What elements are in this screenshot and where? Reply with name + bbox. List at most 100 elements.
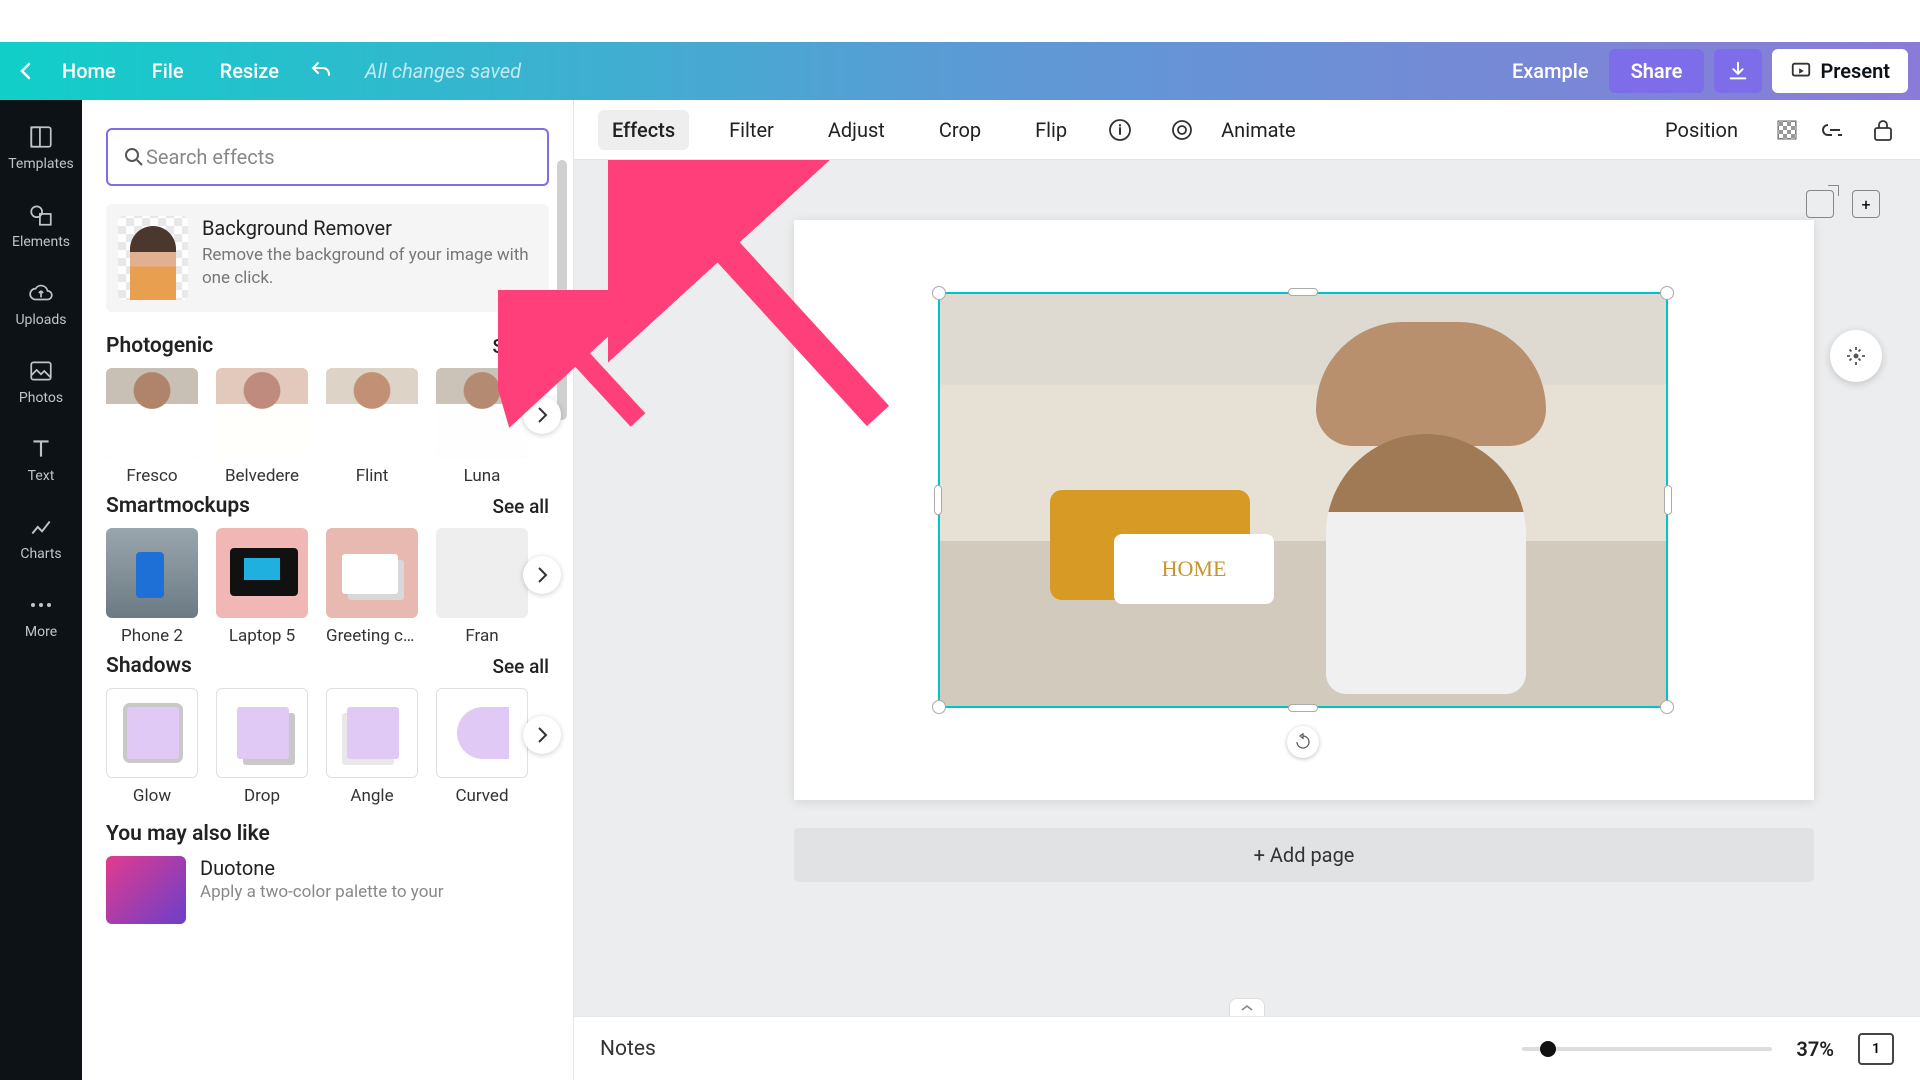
zoom-slider[interactable] [1522,1047,1772,1051]
effect-flint[interactable]: Flint [326,368,418,486]
nav-photos[interactable]: Photos [0,346,82,424]
nav-templates[interactable]: Templates [0,112,82,190]
duotone-thumb [106,856,186,924]
transparency-icon[interactable] [1774,117,1800,143]
resize-handle-t[interactable] [1288,288,1318,296]
mockup-phone-2[interactable]: Phone 2 [106,528,198,646]
app-duotone[interactable]: Duotone Apply a two-color palette to you… [106,856,549,924]
page-manager-button[interactable]: 1 [1858,1033,1894,1065]
share-button[interactable]: Share [1609,49,1705,93]
search-icon [122,145,146,169]
image-context-toolbar: Effects Filter Adjust Crop Flip Animate … [574,100,1920,160]
nav-charts[interactable]: Charts [0,502,82,580]
background-remover-card[interactable]: Background Remover Remove the background… [106,204,549,312]
add-page-button[interactable]: + Add page [794,828,1814,882]
design-title[interactable]: Example [1512,59,1589,83]
nav-label: Text [0,468,82,484]
duotone-title: Duotone [200,856,444,880]
text-icon [28,436,54,462]
link-icon[interactable] [1822,117,1848,143]
section-title-smartmockups: Smartmockups [106,494,250,518]
nav-label: Elements [0,234,82,250]
info-icon[interactable] [1107,117,1133,143]
charts-icon [28,514,54,540]
bg-remover-desc: Remove the background of your image with… [202,244,537,290]
effect-belvedere[interactable]: Belvedere [216,368,308,486]
toolbar-crop[interactable]: Crop [925,110,995,150]
lock-icon[interactable] [1870,117,1896,143]
mockup-frame[interactable]: Fran [436,528,528,646]
row-next-smartmockups[interactable] [523,556,561,594]
floating-action-button[interactable] [1830,330,1882,382]
undo-icon[interactable] [307,57,335,85]
smartmockups-row: Phone 2 Laptop 5 Greeting car… Fran [106,528,559,646]
elements-icon [28,202,54,228]
row-next-shadows[interactable] [523,716,561,754]
nav-label: Charts [0,546,82,562]
bg-remover-title: Background Remover [202,216,537,240]
more-icon [28,592,54,618]
nav-uploads[interactable]: Uploads [0,268,82,346]
effect-fresco[interactable]: Fresco [106,368,198,486]
home-button[interactable]: Home [44,51,134,91]
present-button[interactable]: Present [1772,49,1908,93]
zoom-slider-thumb[interactable] [1540,1041,1556,1057]
toolbar-flip[interactable]: Flip [1021,110,1081,150]
resize-handle-tr[interactable] [1660,286,1674,300]
resize-handle-br[interactable] [1660,700,1674,714]
back-icon[interactable] [12,57,40,85]
nav-label: Uploads [0,312,82,328]
photos-icon [28,358,54,384]
image-decor-text: HOME [1114,534,1274,604]
app-header: Home File Resize All changes saved Examp… [0,42,1920,100]
bg-remover-thumb [118,216,188,300]
left-nav-rail: Templates Elements Uploads Photos Text C… [0,100,82,1080]
nav-elements[interactable]: Elements [0,190,82,268]
duplicate-page-icon[interactable] [1806,190,1834,218]
annotation-arrow-bgremover [498,290,668,440]
rotate-handle[interactable] [1287,726,1319,758]
resize-button[interactable]: Resize [202,51,297,91]
resize-handle-b[interactable] [1288,704,1318,712]
see-all-shadows[interactable]: See all [492,655,549,678]
resize-handle-l[interactable] [934,485,942,515]
nav-label: Templates [0,156,82,172]
uploads-icon [28,280,54,306]
animate-icon [1169,117,1195,143]
nav-label: More [0,624,82,640]
nav-text[interactable]: Text [0,424,82,502]
save-status: All changes saved [365,59,521,83]
selected-image[interactable]: HOME [938,292,1668,708]
photogenic-row: Fresco Belvedere Flint Luna [106,368,559,486]
resize-handle-tl[interactable] [932,286,946,300]
notes-button[interactable]: Notes [600,1037,656,1061]
section-title-youmaylike: You may also like [106,822,270,846]
shadow-glow[interactable]: Glow [106,688,198,806]
shadow-curved[interactable]: Curved [436,688,528,806]
toolbar-filter[interactable]: Filter [715,110,788,150]
resize-handle-bl[interactable] [932,700,946,714]
bottom-bar: Notes 37% 1 [574,1016,1920,1080]
see-all-smartmockups[interactable]: See all [492,495,549,518]
toolbar-effects[interactable]: Effects [598,110,689,150]
mockup-greeting-card[interactable]: Greeting car… [326,528,418,646]
section-title-shadows: Shadows [106,654,192,678]
mockup-laptop-5[interactable]: Laptop 5 [216,528,308,646]
duotone-desc: Apply a two-color palette to your [200,882,444,902]
search-input[interactable] [146,145,533,169]
templates-icon [28,124,54,150]
nav-more[interactable]: More [0,580,82,658]
download-button[interactable] [1714,49,1762,93]
resize-handle-r[interactable] [1664,485,1672,515]
search-effects[interactable] [106,128,549,186]
toolbar-position[interactable]: Position [1651,110,1752,150]
nav-label: Photos [0,390,82,406]
toolbar-adjust[interactable]: Adjust [814,110,899,150]
toolbar-animate[interactable]: Animate [1221,110,1310,150]
zoom-percentage[interactable]: 37% [1796,1037,1834,1061]
expand-notes-tab[interactable] [1229,998,1265,1016]
file-menu[interactable]: File [134,51,202,91]
add-page-icon[interactable]: + [1852,190,1880,218]
shadow-drop[interactable]: Drop [216,688,308,806]
shadow-angle[interactable]: Angle [326,688,418,806]
